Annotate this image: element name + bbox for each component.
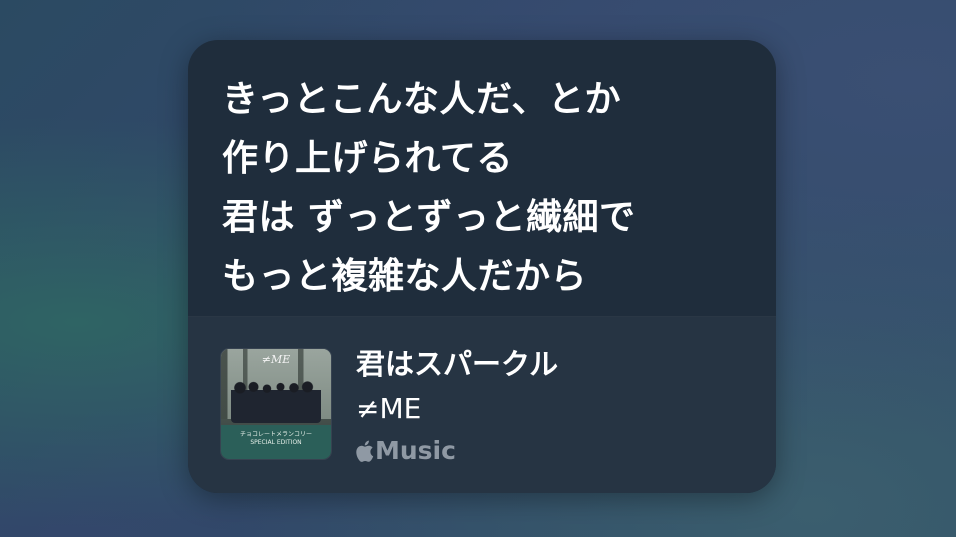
lyric-line: もっと複雑な人だから	[222, 256, 588, 297]
lyric-line: きっとこんな人だ、とか	[222, 79, 621, 120]
lyrics-share-card: きっとこんな人だ、とか 作り上げられてる 君は ずっとずっと繊細で もっと複雑な…	[188, 40, 776, 493]
album-artwork[interactable]: ≠ME チョコレートメランコリー SPECIAL EDITION	[221, 349, 331, 459]
apple-logo-icon	[356, 440, 374, 462]
track-info[interactable]: ≠ME チョコレートメランコリー SPECIAL EDITION 君はスパークル…	[188, 317, 776, 493]
lyrics-block: きっとこんな人だ、とか 作り上げられてる 君は ずっとずっと繊細で もっと複雑な…	[222, 70, 752, 314]
artwork-edition: SPECIAL EDITION	[250, 439, 302, 446]
artwork-footer-text: チョコレートメランコリー SPECIAL EDITION	[221, 431, 331, 447]
artwork-logo: ≠ME	[261, 353, 291, 366]
artwork-footer: チョコレートメランコリー SPECIAL EDITION	[221, 425, 331, 459]
lyric-line: 作り上げられてる	[222, 138, 513, 179]
apple-music-badge[interactable]: Music	[354, 433, 456, 469]
artwork-group-photo	[231, 379, 321, 423]
artwork-album-name: チョコレートメランコリー	[239, 431, 312, 438]
artist-name[interactable]: ≠ME	[356, 391, 421, 427]
service-label: Music	[375, 436, 456, 465]
lyric-line: 君は ずっとずっと繊細で	[222, 197, 636, 238]
song-title[interactable]: 君はスパークル	[356, 345, 558, 383]
